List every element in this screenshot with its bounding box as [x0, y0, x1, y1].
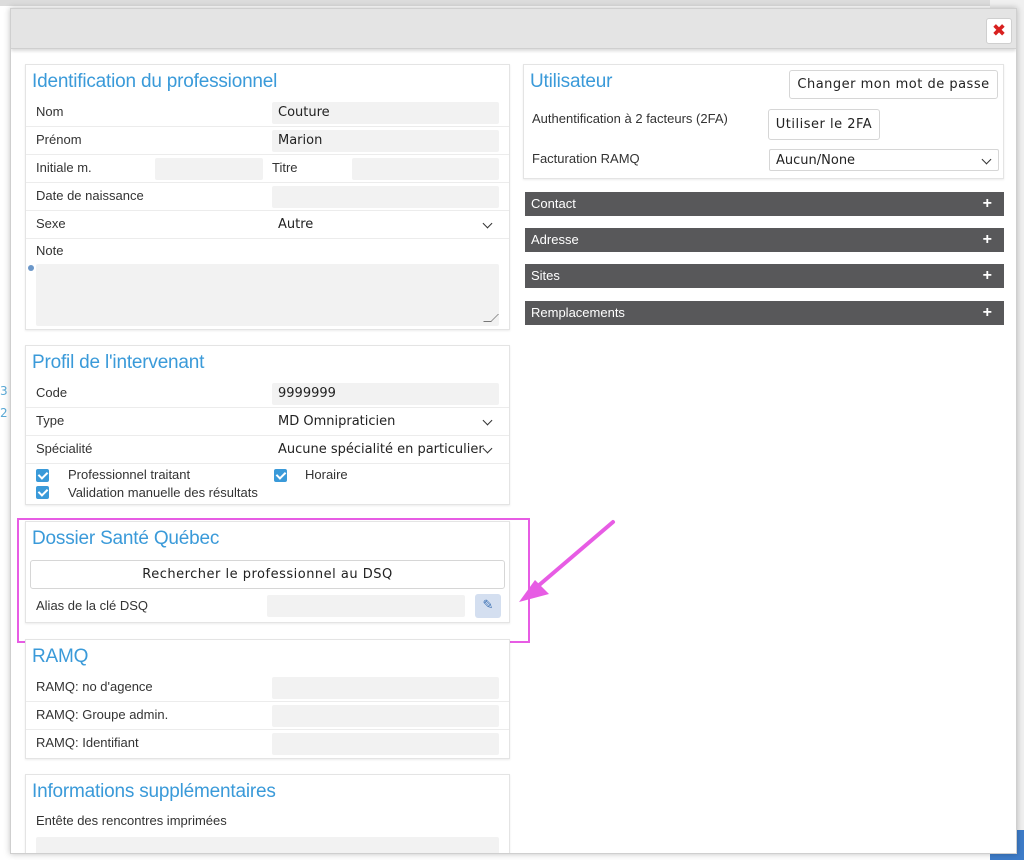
validation-checkbox[interactable]	[36, 486, 49, 499]
note-label: Note	[36, 243, 64, 258]
identification-panel: Identification du professionnel Nom Cout…	[25, 64, 510, 330]
identifiant-label: RAMQ: Identifiant	[36, 735, 139, 750]
specialite-row: Spécialité Aucune spécialité en particul…	[26, 436, 509, 464]
traitant-label: Professionnel traitant	[68, 467, 191, 482]
plus-icon[interactable]: +	[983, 192, 992, 216]
horaire-label: Horaire	[305, 467, 348, 482]
info-supp-title: Informations supplémentaires	[32, 781, 276, 802]
profil-title: Profil de l'intervenant	[32, 352, 205, 373]
background-page-top	[0, 0, 1024, 6]
section-remplacements-label: Remplacements	[531, 305, 625, 320]
prenom-row: Prénom Marion	[26, 127, 509, 155]
ramq-title: RAMQ	[32, 646, 89, 667]
annotation-arrow	[519, 520, 615, 602]
type-row: Type MD Omnipraticien	[26, 408, 509, 436]
initiale-titre-row: Initiale m. Titre	[26, 155, 509, 183]
specialite-label: Spécialité	[36, 441, 93, 456]
naissance-field[interactable]	[272, 186, 499, 208]
entete-textarea[interactable]	[36, 837, 499, 853]
nom-label: Nom	[36, 104, 64, 119]
plus-icon[interactable]: +	[983, 301, 992, 325]
groupe-label: RAMQ: Groupe admin.	[36, 707, 169, 722]
agence-label: RAMQ: no d'agence	[36, 679, 153, 694]
ramq-panel: RAMQ RAMQ: no d'agence RAMQ: Groupe admi…	[25, 639, 510, 759]
enable-2fa-button[interactable]: Utiliser le 2FA	[768, 109, 880, 140]
utilisateur-title: Utilisateur	[530, 71, 613, 92]
section-contact-label: Contact	[531, 196, 576, 211]
code-label: Code	[36, 385, 68, 400]
prenom-field[interactable]: Marion	[272, 130, 499, 152]
identifiant-row: RAMQ: Identifiant	[26, 730, 509, 758]
agence-field[interactable]	[272, 677, 499, 699]
utilisateur-panel: Utilisateur Changer mon mot de passe Aut…	[523, 64, 1004, 179]
note-textarea[interactable]	[36, 264, 499, 326]
close-button[interactable]: ✖	[986, 18, 1012, 44]
titre-field[interactable]	[352, 158, 499, 180]
modal-header: ✖	[11, 9, 1016, 49]
background-fragment: 3	[0, 384, 8, 398]
groupe-row: RAMQ: Groupe admin.	[26, 702, 509, 730]
section-sites-label: Sites	[531, 268, 560, 283]
background-fragment: 2	[0, 406, 8, 420]
section-remplacements[interactable]: Remplacements +	[525, 301, 1004, 325]
specialite-select[interactable]: Aucune spécialité en particulier	[272, 439, 499, 461]
type-label: Type	[36, 413, 65, 428]
facturation-label: Facturation RAMQ	[532, 151, 640, 166]
validation-label: Validation manuelle des résultats	[68, 485, 258, 500]
info-supp-panel: Informations supplémentaires Entête des …	[25, 774, 510, 853]
section-sites[interactable]: Sites +	[525, 264, 1004, 288]
professional-modal: ✖ Identification du professionnel Nom Co…	[10, 8, 1017, 854]
section-adresse[interactable]: Adresse +	[525, 228, 1004, 252]
twofa-label: Authentification à 2 facteurs (2FA)	[532, 111, 728, 126]
plus-icon[interactable]: +	[983, 264, 992, 288]
resize-handle-icon[interactable]	[483, 314, 499, 322]
nom-field[interactable]: Couture	[272, 102, 499, 124]
traitant-checkbox[interactable]	[36, 469, 49, 482]
profil-panel: Profil de l'intervenant Code 9999999 Typ…	[25, 345, 510, 505]
info-icon	[28, 265, 34, 271]
type-select[interactable]: MD Omnipraticien	[272, 411, 499, 433]
identification-title: Identification du professionnel	[32, 71, 278, 92]
groupe-field[interactable]	[272, 705, 499, 727]
prenom-label: Prénom	[36, 132, 82, 147]
entete-label: Entête des rencontres imprimées	[36, 813, 227, 828]
initiale-field[interactable]	[155, 158, 263, 180]
agence-row: RAMQ: no d'agence	[26, 674, 509, 702]
change-password-button[interactable]: Changer mon mot de passe	[789, 70, 998, 99]
nom-row: Nom Couture	[26, 99, 509, 127]
sexe-select[interactable]: Autre	[272, 214, 499, 236]
sexe-label: Sexe	[36, 216, 66, 231]
section-contact[interactable]: Contact +	[525, 192, 1004, 216]
horaire-checkbox[interactable]	[274, 469, 287, 482]
titre-label: Titre	[272, 160, 298, 175]
code-field[interactable]: 9999999	[272, 383, 499, 405]
section-adresse-label: Adresse	[531, 232, 579, 247]
identifiant-field[interactable]	[272, 733, 499, 755]
highlight-box	[17, 518, 530, 643]
code-row: Code 9999999	[26, 380, 509, 408]
sexe-row: Sexe Autre	[26, 211, 509, 239]
initiale-label: Initiale m.	[36, 160, 92, 175]
plus-icon[interactable]: +	[983, 228, 992, 252]
naissance-row: Date de naissance	[26, 183, 509, 211]
facturation-select[interactable]: Aucun/None	[769, 149, 999, 171]
naissance-label: Date de naissance	[36, 188, 144, 203]
